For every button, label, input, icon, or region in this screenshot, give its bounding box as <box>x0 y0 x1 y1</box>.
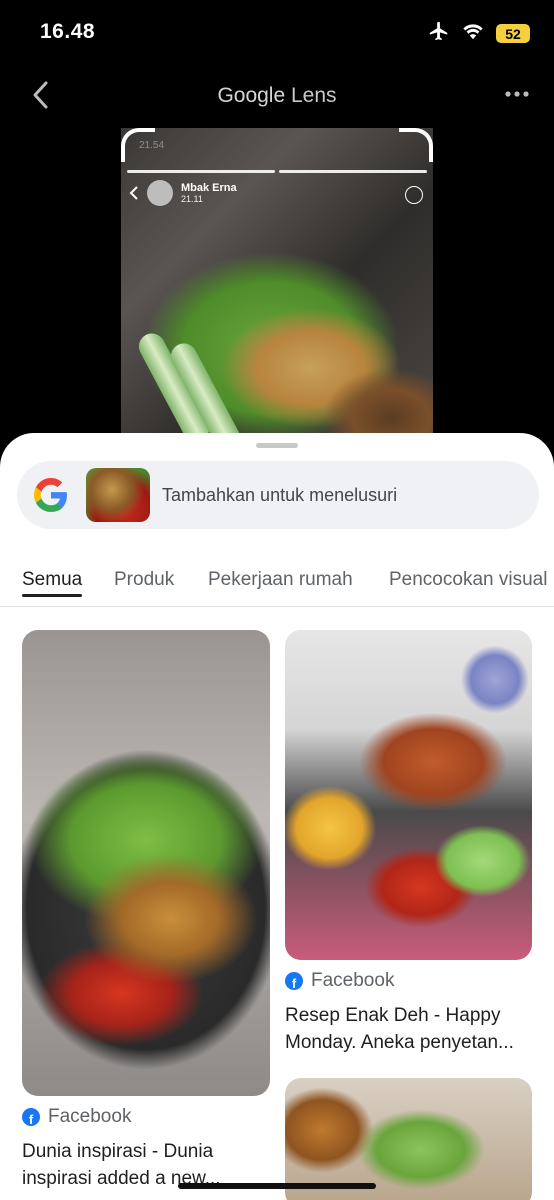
query-thumbnail[interactable] <box>86 468 150 522</box>
more-horizontal-icon <box>505 91 529 97</box>
status-time: 16.48 <box>40 20 96 43</box>
facebook-icon: f <box>285 972 303 990</box>
story-user: Mbak Erna 21.11 <box>129 180 237 206</box>
result-tabs: Semua Produk Pekerjaan rumah Pencocokan … <box>0 563 554 607</box>
tabs-divider <box>0 606 554 607</box>
chevron-left-icon <box>129 186 138 200</box>
battery-icon: 52 <box>496 24 530 43</box>
wifi-icon <box>462 22 484 45</box>
airplane-mode-icon <box>428 20 450 47</box>
results-sheet: Tambahkan untuk menelusuri Semua Produk … <box>0 433 554 1200</box>
result-image[interactable] <box>285 1078 532 1200</box>
page-title: Google Lens <box>0 84 554 108</box>
result-title[interactable]: Resep Enak Deh - Happy Monday. Aneka pen… <box>285 1002 532 1056</box>
tab-semua[interactable]: Semua <box>22 569 82 591</box>
facebook-icon: f <box>22 1108 40 1126</box>
tab-pencocokan-visual[interactable]: Pencocokan visual <box>389 569 547 591</box>
google-g-icon <box>34 478 67 512</box>
sheet-drag-handle[interactable] <box>256 443 298 448</box>
result-image[interactable] <box>22 630 270 1096</box>
result-card[interactable]: f Facebook Dunia inspirasi - Dunia inspi… <box>22 630 270 1192</box>
lens-header: Google Lens <box>0 70 554 120</box>
result-card[interactable]: f Facebook Resep Enak Deh - Happy Monday… <box>285 630 532 1056</box>
status-bar: 16.48 52 <box>0 0 554 66</box>
result-source[interactable]: f Facebook <box>22 1106 270 1128</box>
story-user-name: Mbak Erna <box>181 182 237 194</box>
crop-handle-top-right[interactable] <box>399 128 433 162</box>
story-progress-bars <box>127 170 427 173</box>
story-time: 21.11 <box>181 194 203 204</box>
active-tab-indicator <box>22 594 82 597</box>
title-product: Lens <box>291 84 337 107</box>
query-image-preview[interactable]: 21.54 Mbak Erna 21.11 <box>121 128 433 438</box>
result-image[interactable] <box>285 630 532 960</box>
more-circle-icon <box>405 186 423 204</box>
result-source[interactable]: f Facebook <box>285 970 532 992</box>
status-icons: 52 <box>428 20 530 47</box>
search-bar[interactable]: Tambahkan untuk menelusuri <box>17 461 539 529</box>
more-options-button[interactable] <box>502 82 532 106</box>
title-brand: Google <box>217 84 286 107</box>
result-source-label: Facebook <box>311 970 395 991</box>
crop-handle-top-left[interactable] <box>121 128 155 162</box>
home-indicator[interactable] <box>178 1183 376 1189</box>
result-card[interactable] <box>285 1078 532 1200</box>
tab-pekerjaan-rumah[interactable]: Pekerjaan rumah <box>208 569 353 591</box>
search-placeholder: Tambahkan untuk menelusuri <box>162 484 398 505</box>
avatar <box>147 180 173 206</box>
tab-produk[interactable]: Produk <box>114 569 174 591</box>
result-source-label: Facebook <box>48 1106 132 1127</box>
